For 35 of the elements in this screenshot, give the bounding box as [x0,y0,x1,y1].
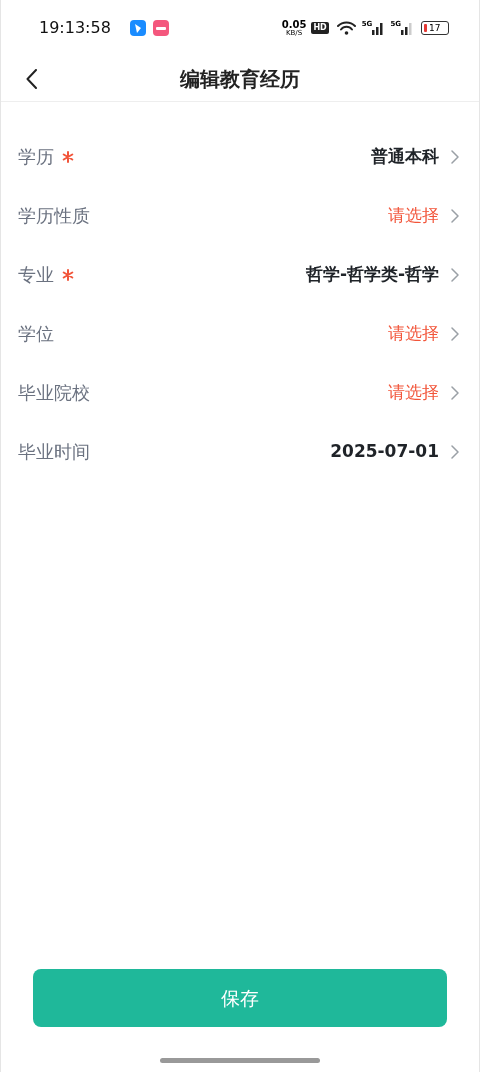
status-time: 19:13:58 [39,17,111,39]
field-label: 学位 [18,322,54,346]
signal-icon [372,22,385,35]
page-title: 编辑教育经历 [180,65,300,93]
wifi-icon [336,21,356,35]
chevron-right-icon [451,444,459,459]
field-placeholder: 请选择 [388,380,439,404]
net-speed: 0.05 [281,19,307,30]
field-label: 专业 [18,263,54,287]
form-row[interactable]: 毕业院校 请选择 [1,363,479,422]
battery-indicator: 17 [421,21,449,35]
hd-badge: HD [311,22,329,34]
field-label: 学历 [18,145,54,169]
form-row[interactable]: 专业 哲学-哲学类-哲学 [1,245,479,304]
field-placeholder: 请选择 [388,321,439,345]
chevron-right-icon [451,149,459,164]
field-label: 毕业院校 [18,381,90,405]
field-placeholder: 请选择 [388,203,439,227]
chevron-right-icon [451,326,459,341]
field-label: 学历性质 [18,204,90,228]
field-value: 哲学-哲学类-哲学 [305,262,439,286]
chevron-right-icon [451,385,459,400]
app-icon [152,20,169,36]
form-row[interactable]: 毕业时间 2025-07-01 [1,422,479,481]
chevron-right-icon [451,267,459,282]
form-row[interactable]: 学历性质 请选择 [1,186,479,245]
save-button[interactable]: 保存 [33,969,447,1027]
field-label: 毕业时间 [18,440,90,464]
form-row[interactable]: 学历 普通本科 [1,127,479,186]
app-icon [129,20,146,36]
field-value: 2025-07-01 [330,439,439,463]
signal-icon [401,22,413,35]
chevron-right-icon [451,208,459,223]
form-row[interactable]: 学位 请选择 [1,304,479,363]
field-value: 普通本科 [371,144,439,168]
